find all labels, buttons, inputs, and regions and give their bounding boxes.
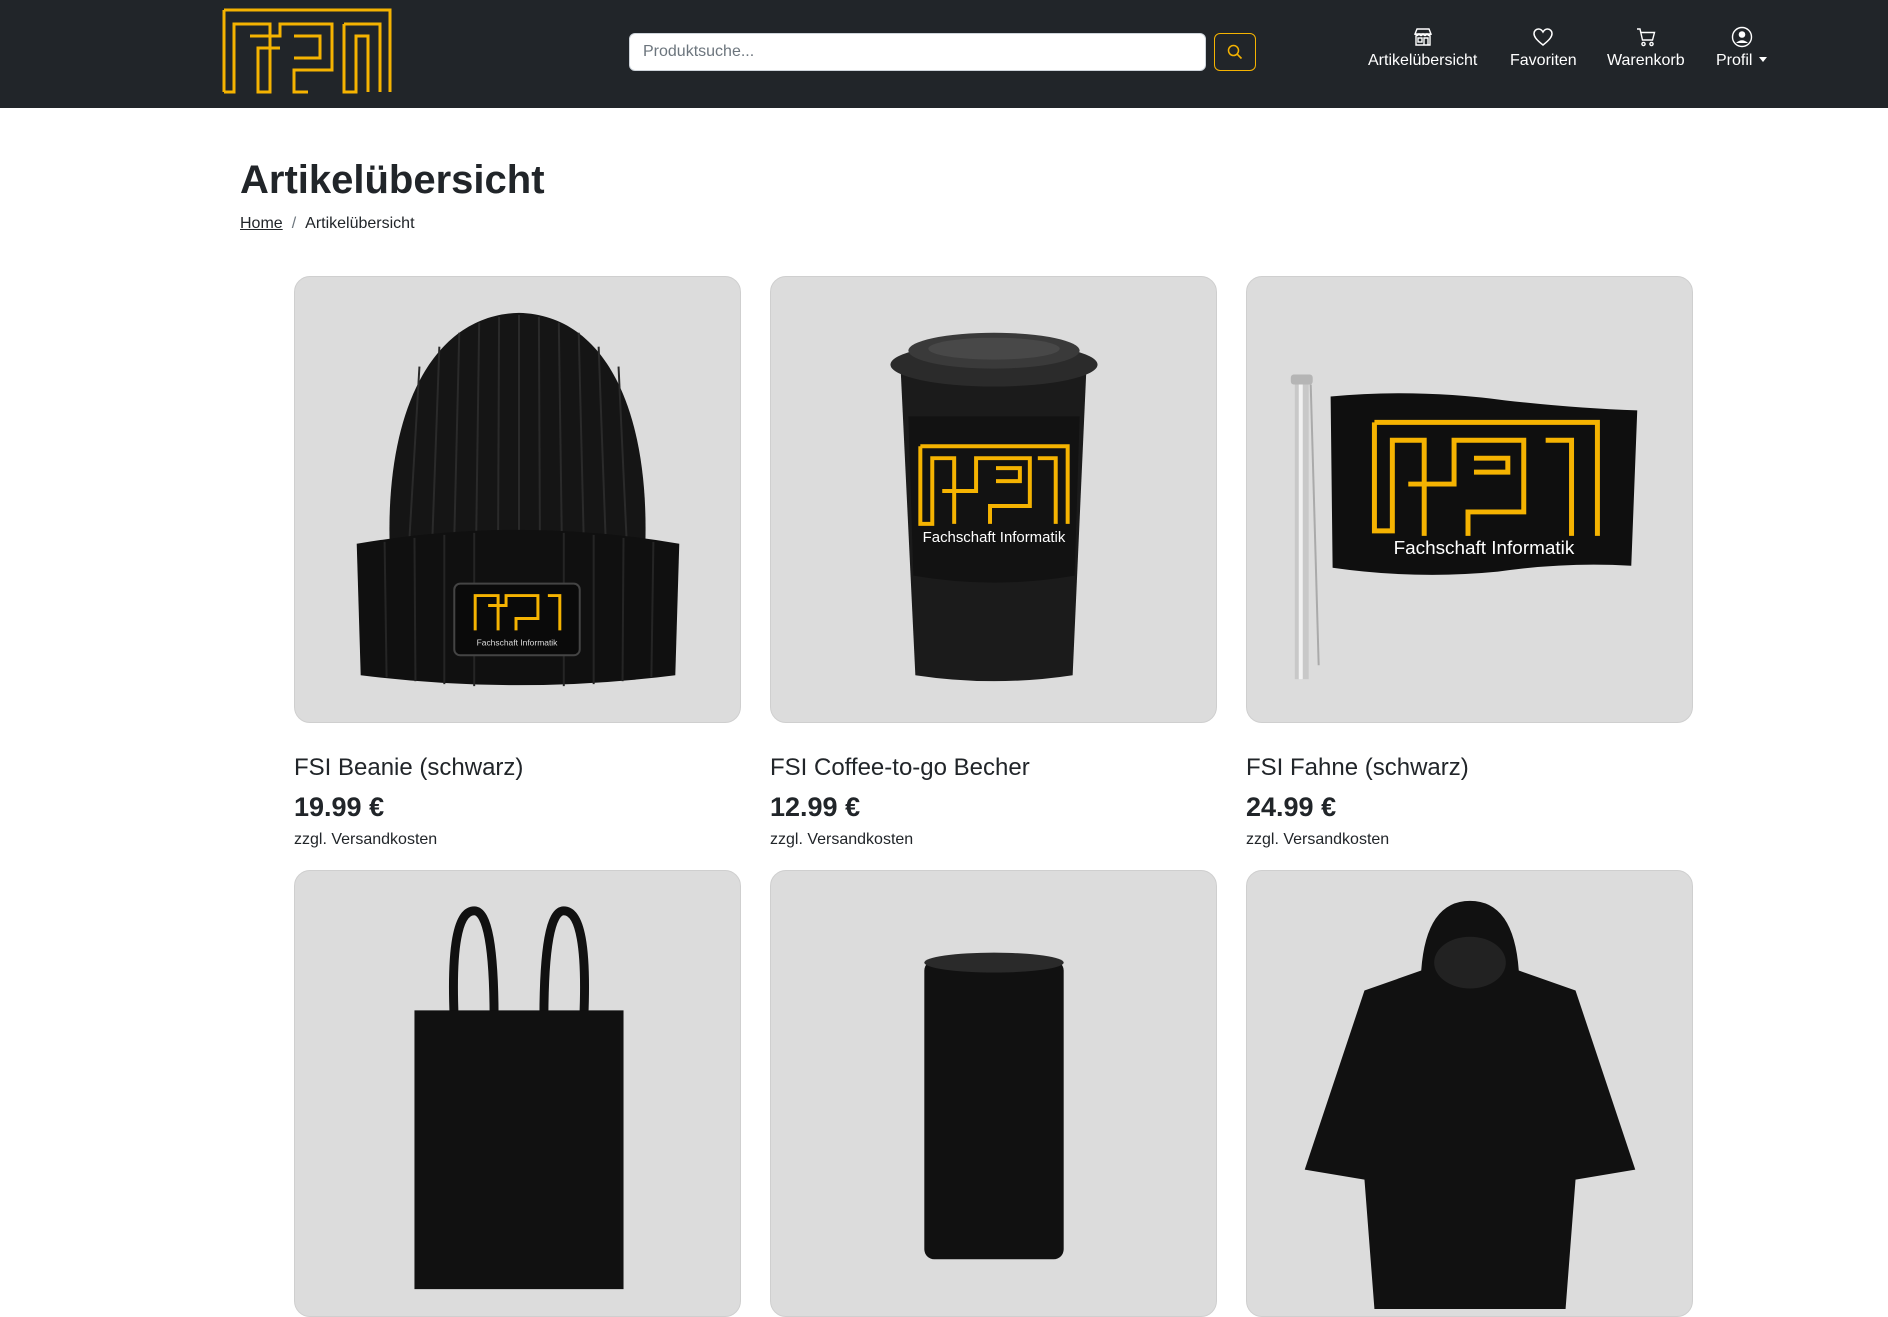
tagline-text: Fachschaft Informatik <box>923 529 1066 546</box>
navbar: Artikelübersicht Favoriten Warenkorb Pro… <box>0 0 1888 108</box>
product-card[interactable]: Fachschaft Informatik FSI Coffee-to-go B… <box>770 276 1217 850</box>
nav-profil-dropdown[interactable]: Profil <box>1716 26 1768 76</box>
product-name[interactable]: FSI Coffee-to-go Becher <box>770 753 1217 783</box>
coffee-cup-image: Fachschaft Informatik <box>890 332 1098 682</box>
page-title: Artikelübersicht <box>240 158 545 202</box>
shipping-note: zzgl. Versandkosten <box>770 831 914 848</box>
product-image[interactable] <box>770 870 1217 1317</box>
hoodie-image <box>1304 900 1636 1310</box>
fsi-logo[interactable] <box>222 8 393 94</box>
product-card[interactable]: Fachschaft Informatik FSI Beanie (schwar… <box>294 276 741 850</box>
product-image[interactable]: Fachschaft Informatik <box>1246 276 1693 723</box>
product-name[interactable]: FSI Beanie (schwarz) <box>294 753 741 783</box>
nav-favoriten[interactable]: Favoriten <box>1510 26 1577 76</box>
heart-icon <box>1533 28 1554 46</box>
breadcrumb: Home / Artikelübersicht <box>240 214 415 234</box>
product-image[interactable]: Fachschaft Informatik <box>770 276 1217 723</box>
user-circle-icon <box>1731 26 1752 48</box>
search-input[interactable] <box>629 33 1206 71</box>
beanie-image: Fachschaft Informatik <box>356 312 680 687</box>
product-card[interactable] <box>294 870 741 1317</box>
product-card[interactable] <box>770 870 1217 1317</box>
product-price: 19.99 € <box>294 792 385 822</box>
mug-image <box>924 952 1064 1260</box>
nav-label: Artikelübersicht <box>1368 52 1478 69</box>
product-card[interactable]: Fachschaft Informatik FSI Fahne (schwarz… <box>1246 276 1693 850</box>
product-image[interactable]: Fachschaft Informatik <box>294 276 741 723</box>
flag-image: Fachschaft Informatik <box>1290 374 1638 680</box>
nav-label: Warenkorb <box>1607 52 1685 69</box>
cart-icon <box>1636 28 1656 47</box>
shop-icon <box>1413 28 1432 46</box>
shipping-note: zzgl. Versandkosten <box>294 831 438 848</box>
nav-warenkorb[interactable]: Warenkorb <box>1607 26 1685 76</box>
breadcrumb-home-link[interactable]: Home <box>240 214 283 234</box>
breadcrumb-current: Artikelübersicht <box>305 215 415 232</box>
search-icon <box>1227 44 1243 60</box>
shipping-note: zzgl. Versandkosten <box>1246 831 1390 848</box>
nav-label: Profil <box>1716 51 1768 71</box>
product-name[interactable]: FSI Fahne (schwarz) <box>1246 753 1693 783</box>
product-image[interactable] <box>294 870 741 1317</box>
product-image[interactable] <box>1246 870 1693 1317</box>
breadcrumb-separator: / <box>291 215 297 232</box>
product-price: 12.99 € <box>770 792 861 822</box>
nav-artikeluebersicht[interactable]: Artikelübersicht <box>1368 26 1477 76</box>
nav-label: Favoriten <box>1510 52 1577 69</box>
search-button[interactable] <box>1214 33 1256 71</box>
chevron-down-icon <box>1759 57 1768 62</box>
tagline-text: Fachschaft Informatik <box>1394 538 1575 559</box>
product-price: 24.99 € <box>1246 792 1337 822</box>
tote-bag-image <box>414 906 624 1290</box>
tagline-text: Fachschaft Informatik <box>477 637 559 647</box>
product-card[interactable] <box>1246 870 1693 1317</box>
